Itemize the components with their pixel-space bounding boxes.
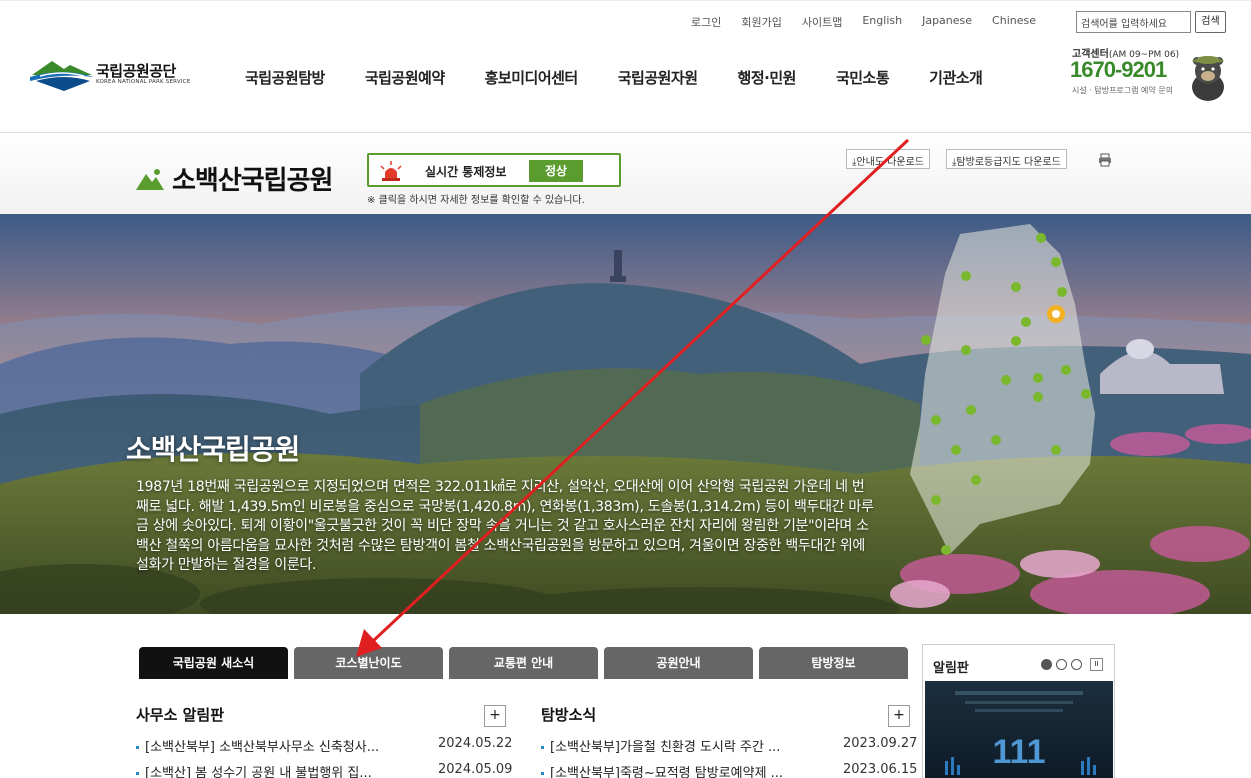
nav-resources[interactable]: 국립공원자원 [598, 67, 718, 88]
list-item[interactable]: [소백산북부]죽령~묘적령 탐방로예약제 ... [541, 762, 783, 778]
bullet-icon [541, 772, 544, 775]
status-badge: 정상 [529, 160, 583, 182]
realtime-control-status[interactable]: 실시간 통제정보 정상 [367, 153, 621, 187]
list-item-date: 2024.05.22 [438, 736, 513, 751]
status-note: ※ 클릭을 하시면 자세한 정보를 확인할 수 있습니다. [367, 195, 585, 206]
download-trail-grade-map-button[interactable]: ⤓탐방로등급지도 다운로드 [946, 149, 1067, 169]
nav-media[interactable]: 홍보미디어센터 [465, 67, 598, 88]
tab-park-guide[interactable]: 공원안내 [604, 647, 753, 679]
notice-banner-image[interactable]: 111 [925, 681, 1113, 778]
nav-tour[interactable]: 국립공원탐방 [225, 67, 345, 88]
bullet-icon [136, 772, 139, 775]
main-navigation: 국립공원탐방 국립공원예약 홍보미디어센터 국립공원자원 행정·민원 국민소통 … [225, 67, 1002, 88]
park-name: 소백산국립공원 [172, 166, 333, 196]
svg-text:111: 111 [993, 733, 1046, 771]
pause-icon[interactable]: II [1090, 658, 1103, 671]
util-join[interactable]: 회원가입 [731, 14, 791, 30]
logo-english-text: KOREA NATIONAL PARK SERVICE [96, 79, 191, 85]
site-header: 로그인 회원가입 사이트맵 English Japanese Chinese 검… [0, 0, 1251, 133]
download-guide-map-button[interactable]: ⤓안내도 다운로드 [846, 149, 931, 169]
util-sitemap[interactable]: 사이트맵 [792, 14, 852, 30]
office-board-title: 사무소 알림판 [136, 706, 225, 724]
tab-park-news[interactable]: 국립공원 새소식 [139, 647, 288, 679]
status-label: 실시간 통제정보 [425, 165, 507, 179]
list-item-date: 2023.06.15 [843, 762, 918, 777]
nav-about[interactable]: 기관소개 [909, 67, 1002, 88]
notice-banner-graphic: 111 [945, 691, 1096, 775]
tab-visit-info[interactable]: 탐방정보 [759, 647, 908, 679]
slide-dot-1[interactable] [1041, 659, 1052, 670]
util-japanese[interactable]: Japanese [912, 14, 982, 30]
search-input[interactable]: 검색어를 입력하세요 [1076, 11, 1191, 33]
list-item-date: 2024.05.09 [438, 762, 513, 777]
util-chinese[interactable]: Chinese [982, 14, 1046, 30]
page: 로그인 회원가입 사이트맵 English Japanese Chinese 검… [0, 0, 1251, 778]
nav-reservation[interactable]: 국립공원예약 [345, 67, 465, 88]
hero-description: 1987년 18번째 국립공원으로 지정되었으며 면적은 322.011㎢로 지… [136, 479, 874, 573]
tab-course-difficulty[interactable]: 코스별난이도 [294, 647, 443, 679]
trail-news-title: 탐방소식 [541, 706, 597, 724]
util-english[interactable]: English [852, 14, 912, 30]
slide-dot-2[interactable] [1056, 659, 1067, 670]
siren-icon [380, 161, 402, 181]
site-logo[interactable]: 국립공원공단 KOREA NATIONAL PARK SERVICE [30, 55, 195, 93]
customer-center: 고객센터(AM 09~PM 06) 1670-9201 시설 · 탐방프로그램 … [1068, 43, 1233, 103]
list-item-date: 2023.09.27 [843, 736, 918, 751]
nav-communication[interactable]: 국민소통 [816, 67, 909, 88]
bullet-icon [136, 746, 139, 749]
ranger-bear-icon [1192, 56, 1224, 101]
tab-transportation[interactable]: 교통편 안내 [449, 647, 598, 679]
nav-civil[interactable]: 행정·민원 [718, 67, 816, 88]
logo-korean-text: 국립공원공단 [96, 62, 176, 80]
list-item[interactable]: [소백산북부] 소백산북부사무소 신축청사... [136, 736, 379, 755]
util-login[interactable]: 로그인 [681, 14, 731, 30]
bullet-icon [541, 746, 544, 749]
list-item[interactable]: [소백산북부]가을철 친환경 도시락 주간 ... [541, 736, 780, 755]
print-icon[interactable] [1098, 153, 1112, 167]
office-board-more-button[interactable]: + [484, 705, 506, 727]
park-title: 소백산국립공원 [136, 160, 333, 197]
notice-panel: 알림판 II 111 [922, 644, 1115, 778]
logo-mountain-icon [30, 61, 94, 91]
customer-center-subtitle: 시설 · 탐방프로그램 예약 문의 [1072, 86, 1174, 95]
notice-title: 알림판 [933, 661, 969, 676]
hero-title: 소백산국립공원 [126, 433, 300, 466]
mountain-icon [136, 168, 164, 190]
trail-news-more-button[interactable]: + [888, 705, 910, 727]
info-tabs: 국립공원 새소식 코스별난이도 교통편 안내 공원안내 탐방정보 [139, 647, 908, 679]
search-button[interactable]: 검색 [1195, 11, 1226, 33]
utility-links: 로그인 회원가입 사이트맵 English Japanese Chinese [681, 14, 1046, 30]
list-item[interactable]: [소백산] 봄 성수기 공원 내 불법행위 집... [136, 762, 372, 778]
slide-dot-3[interactable] [1071, 659, 1082, 670]
customer-center-phone: 1670-9201 [1070, 57, 1167, 82]
